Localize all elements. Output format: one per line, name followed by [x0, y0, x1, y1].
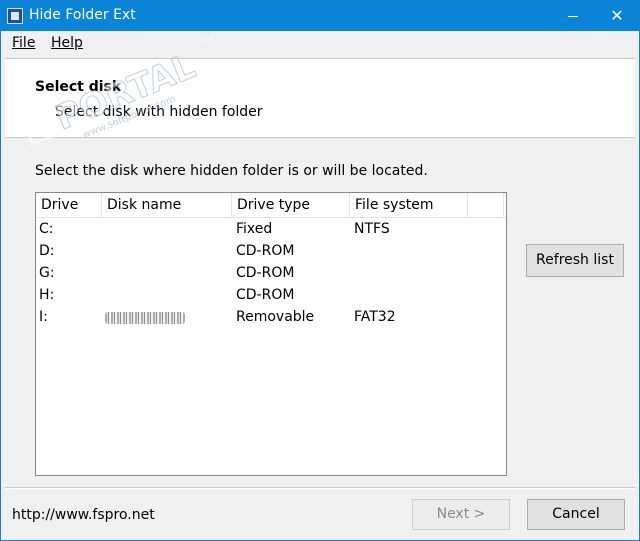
column-header-filler [468, 193, 504, 217]
disk-list[interactable]: Drive Disk name Drive type File system C… [35, 192, 507, 476]
cell-drive-type: CD-ROM [236, 287, 295, 303]
cell-drive: D: [39, 243, 55, 259]
cell-drive: I: [39, 309, 48, 325]
minimize-icon [568, 15, 578, 17]
column-header-drive-type[interactable]: Drive type [232, 193, 350, 217]
cell-disk-name [103, 240, 106, 262]
table-row[interactable]: H: CD-ROM [36, 284, 506, 306]
menu-help-label: Help [51, 35, 83, 51]
cell-disk-name [103, 218, 106, 240]
table-row[interactable]: I: Removable FAT32 [36, 306, 506, 328]
cell-drive-type: CD-ROM [236, 265, 295, 281]
cell-disk-name [103, 284, 106, 306]
wizard-header: Select disk Select disk with hidden fold… [5, 58, 635, 138]
cell-drive-type: Removable [236, 309, 315, 325]
redacted-disk-name [105, 312, 185, 324]
next-button[interactable]: Next > [412, 499, 510, 530]
cell-file-system [351, 262, 354, 284]
wizard-step-title: Select disk [35, 79, 122, 95]
refresh-list-button[interactable]: Refresh list [526, 244, 624, 277]
close-icon: ✕ [610, 6, 624, 25]
column-header-disk-name[interactable]: Disk name [102, 193, 232, 217]
instruction-text: Select the disk where hidden folder is o… [35, 163, 428, 179]
disk-list-header: Drive Disk name Drive type File system [36, 193, 506, 218]
cell-drive: G: [39, 265, 55, 281]
table-row[interactable]: D: CD-ROM [36, 240, 506, 262]
cell-drive-type: Fixed [236, 221, 273, 237]
menu-bar: File Help [1, 31, 639, 57]
column-header-file-system[interactable]: File system [350, 193, 468, 217]
minimize-button[interactable] [551, 1, 595, 31]
cell-file-system: FAT32 [354, 309, 396, 325]
column-header-drive[interactable]: Drive [36, 193, 102, 217]
table-row[interactable]: G: CD-ROM [36, 262, 506, 284]
title-bar[interactable]: Hide Folder Ext ✕ [1, 1, 639, 31]
cell-drive-type: CD-ROM [236, 243, 295, 259]
wizard-step-subtitle: Select disk with hidden folder [55, 104, 263, 120]
close-button[interactable]: ✕ [595, 1, 639, 31]
cell-drive: H: [39, 287, 55, 303]
cell-disk-name [103, 262, 106, 284]
menu-file[interactable]: File [12, 35, 35, 51]
window-title: Hide Folder Ext [29, 7, 136, 23]
menu-help[interactable]: Help [51, 35, 83, 51]
cell-file-system: NTFS [354, 221, 390, 237]
table-row[interactable]: C: Fixed NTFS [36, 218, 506, 240]
app-icon [7, 8, 23, 24]
cell-drive: C: [39, 221, 54, 237]
footer-divider-highlight [5, 488, 635, 489]
website-link[interactable]: http://www.fspro.net [12, 507, 155, 523]
cell-file-system [351, 284, 354, 306]
menu-file-label: File [12, 35, 36, 51]
cancel-button[interactable]: Cancel [527, 499, 625, 530]
cell-file-system [351, 240, 354, 262]
app-window: Hide Folder Ext ✕ File Help Select disk … [0, 0, 640, 541]
